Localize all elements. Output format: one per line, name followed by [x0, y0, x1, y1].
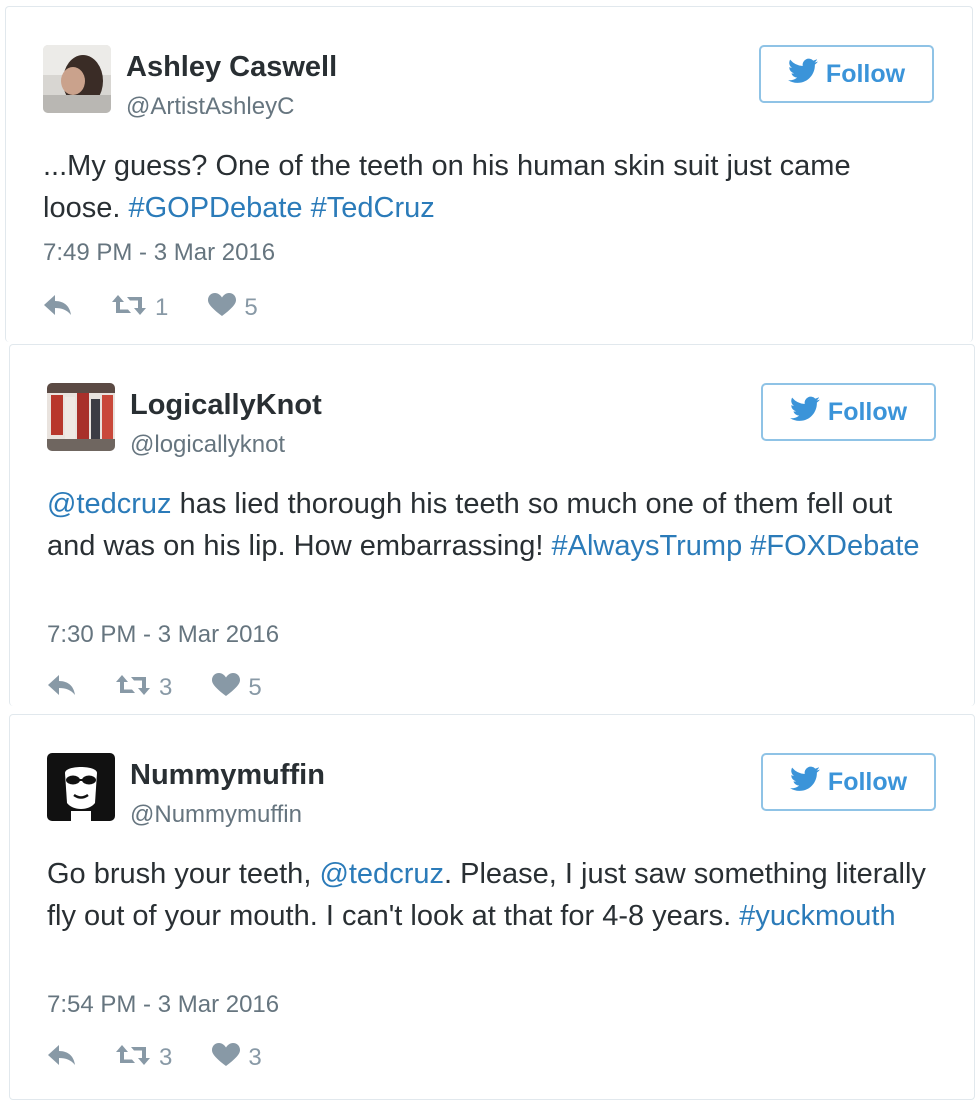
tweet-text: Go brush your teeth, @tedcruz. Please, I…	[47, 853, 934, 937]
reply-icon	[43, 293, 73, 324]
twitter-bird-icon	[789, 766, 820, 799]
tweet-text: @tedcruz has lied thorough his teeth so …	[47, 483, 934, 567]
like-button[interactable]: 3	[212, 1042, 262, 1074]
retweet-icon	[115, 673, 151, 704]
username[interactable]: @logicallyknot	[130, 431, 285, 459]
like-button[interactable]: 5	[208, 292, 258, 324]
follow-button[interactable]: Follow	[761, 383, 936, 441]
like-count: 5	[244, 294, 258, 321]
hashtag-link[interactable]: #AlwaysTrump	[552, 530, 743, 562]
like-count: 3	[248, 1044, 262, 1071]
reply-button[interactable]	[47, 1043, 77, 1074]
heart-icon	[208, 292, 237, 324]
retweet-icon	[115, 1043, 151, 1074]
follow-button[interactable]: Follow	[759, 45, 934, 103]
tweet-timestamp[interactable]: 7:30 PM - 3 Mar 2016	[47, 621, 279, 649]
retweet-button[interactable]: 3	[115, 673, 172, 704]
username[interactable]: @Nummymuffin	[130, 801, 302, 829]
display-name[interactable]: Nummymuffin	[130, 759, 325, 792]
retweet-icon	[111, 293, 147, 324]
username[interactable]: @ArtistAshleyC	[126, 93, 294, 121]
display-name[interactable]: LogicallyKnot	[130, 389, 322, 422]
follow-label: Follow	[825, 59, 906, 88]
tweet-card: Ashley Caswell @ArtistAshleyC Follow ...…	[5, 6, 973, 342]
hashtag-link[interactable]: #TedCruz	[311, 192, 435, 224]
tweet-actions: 3 3	[47, 1042, 262, 1074]
avatar[interactable]	[47, 383, 115, 451]
hashtag-link[interactable]: #FOXDebate	[750, 530, 919, 562]
reply-icon	[47, 673, 77, 704]
tweet-text-segment	[303, 192, 311, 224]
twitter-bird-icon	[787, 58, 818, 91]
tweet-actions: 3 5	[47, 672, 262, 704]
hashtag-link[interactable]: #GOPDebate	[128, 192, 302, 224]
tweet-text-segment: Go brush your teeth,	[47, 858, 320, 890]
follow-button[interactable]: Follow	[761, 753, 936, 811]
twitter-bird-icon	[789, 396, 820, 429]
reply-button[interactable]	[43, 293, 73, 324]
like-count: 5	[248, 674, 262, 701]
heart-icon	[212, 1042, 241, 1074]
tweet-timestamp[interactable]: 7:49 PM - 3 Mar 2016	[43, 239, 275, 267]
tweet-text: ...My guess? One of the teeth on his hum…	[43, 145, 932, 229]
tweet-card: Nummymuffin @Nummymuffin Follow Go brush…	[9, 714, 975, 1100]
mention-link[interactable]: @tedcruz	[319, 858, 444, 890]
reply-icon	[47, 1043, 77, 1074]
retweet-button[interactable]: 3	[115, 1043, 172, 1074]
avatar[interactable]	[47, 753, 115, 821]
retweet-count: 3	[159, 674, 173, 701]
heart-icon	[212, 672, 241, 704]
reply-button[interactable]	[47, 673, 77, 704]
display-name[interactable]: Ashley Caswell	[126, 51, 337, 84]
retweet-button[interactable]: 1	[111, 293, 168, 324]
hashtag-link[interactable]: #yuckmouth	[739, 900, 895, 932]
retweet-count: 3	[159, 1044, 173, 1071]
mention-link[interactable]: @tedcruz	[47, 488, 172, 520]
avatar[interactable]	[43, 45, 111, 113]
like-button[interactable]: 5	[212, 672, 262, 704]
tweet-timestamp[interactable]: 7:54 PM - 3 Mar 2016	[47, 991, 279, 1019]
tweet-actions: 1 5	[43, 292, 258, 324]
tweet-card: LogicallyKnot @logicallyknot Follow @ted…	[9, 344, 975, 706]
follow-label: Follow	[827, 397, 908, 426]
retweet-count: 1	[155, 294, 169, 321]
follow-label: Follow	[827, 767, 908, 796]
